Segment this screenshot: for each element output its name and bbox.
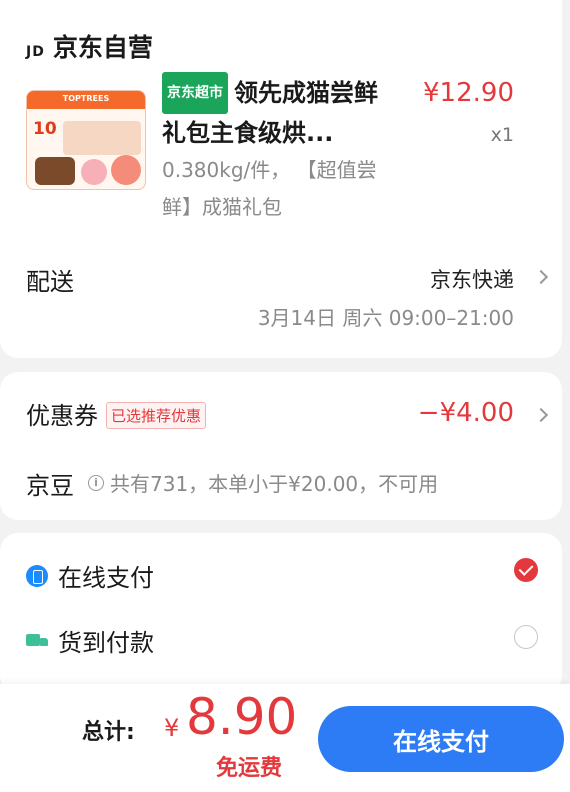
thumbnail-pack-graphic xyxy=(63,121,141,155)
coupon-row[interactable]: 优惠券 已选推荐优惠 xyxy=(26,396,207,431)
store-name: 京东自营 xyxy=(52,33,153,62)
discount-card xyxy=(0,372,562,520)
delivery-time: 3月14日 周六 09:00–21:00 xyxy=(257,306,514,330)
product-quantity: x1 xyxy=(490,124,514,146)
supermarket-tag: 京东超市 xyxy=(162,72,228,114)
payment-card xyxy=(0,533,562,693)
checkout-bar: 总计: ¥ 8.90 免运费 在线支付 xyxy=(0,684,570,792)
total-currency: ¥ xyxy=(164,714,180,742)
phone-pay-icon xyxy=(26,564,48,587)
thumbnail-treat-graphic xyxy=(81,159,107,185)
store-header[interactable]: JD 京东自营 xyxy=(26,28,153,64)
total-label: 总计: xyxy=(82,720,135,745)
product-price: ¥12.90 xyxy=(423,78,514,108)
delivery-label: 配送 xyxy=(26,268,74,296)
shipping-note: 免运费 xyxy=(216,756,283,781)
info-icon[interactable]: i xyxy=(88,474,104,491)
product-description: 0.380kg/件， 【超值尝鲜】成猫礼包 xyxy=(162,158,377,219)
payment-option-online[interactable]: 在线支付 xyxy=(26,558,154,593)
delivery-method[interactable]: 京东快递 xyxy=(430,264,514,294)
coupon-label: 优惠券 xyxy=(26,402,98,430)
thumbnail-brand: TOPTREES xyxy=(62,94,110,103)
truck-icon xyxy=(26,632,48,650)
jingdou-info: i 共有731，本单小于¥20.00，不可用 xyxy=(88,468,438,497)
thumbnail-can-graphic xyxy=(35,157,75,185)
pay-online-button[interactable]: 在线支付 xyxy=(318,706,564,772)
jingdou-label: 京豆 xyxy=(26,472,74,500)
payment-option-label: 在线支付 xyxy=(58,564,154,592)
jd-logo: JD xyxy=(26,44,45,60)
product-title[interactable]: 京东超市 领先成猫尝鲜礼包主食级烘... xyxy=(162,72,398,152)
thumbnail-treat-graphic xyxy=(111,155,141,185)
thumbnail-number: 10 xyxy=(33,119,57,139)
payment-option-cod[interactable]: 货到付款 xyxy=(26,623,154,658)
radio-checked-icon[interactable] xyxy=(514,558,538,582)
total-amount: 8.90 xyxy=(186,688,298,746)
radio-unchecked-icon[interactable] xyxy=(514,625,538,649)
jingdou-info-text: 共有731，本单小于¥20.00，不可用 xyxy=(110,472,439,496)
coupon-value[interactable]: −¥4.00 xyxy=(418,398,514,428)
product-thumbnail[interactable]: TOPTREES 10 xyxy=(26,90,146,190)
payment-option-label: 货到付款 xyxy=(58,629,154,657)
coupon-tag: 已选推荐优惠 xyxy=(106,402,207,429)
